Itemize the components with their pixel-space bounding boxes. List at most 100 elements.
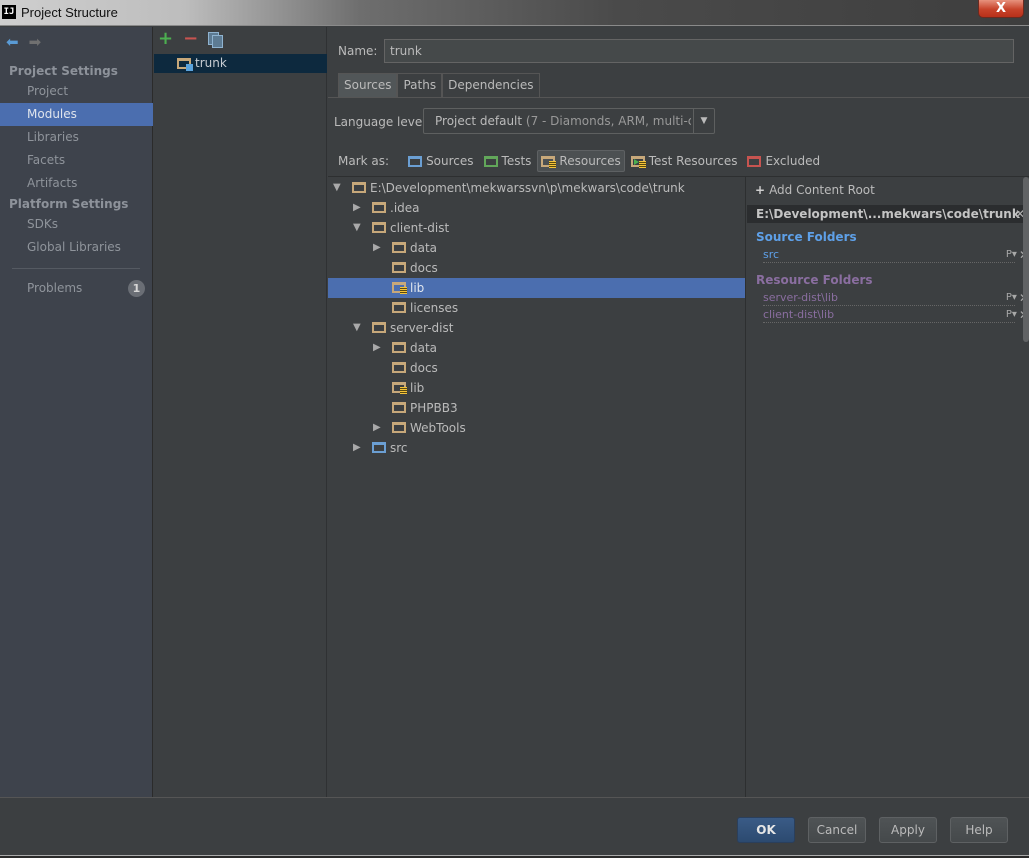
folder-icon [352,182,366,193]
folder-icon [392,402,406,413]
module-item-trunk[interactable]: trunk [154,54,327,73]
tree-node[interactable]: ▶ data [328,238,745,258]
test-resource-folder-icon [630,155,646,168]
mark-test-resources-button[interactable]: Test Resources [627,150,742,172]
excluded-folder-icon [747,155,762,167]
language-level-label: Language level: [334,115,430,129]
folder-icon [392,302,406,313]
mark-tests-button[interactable]: Tests [480,150,536,172]
tree-node[interactable]: PHPBB3 [328,398,745,418]
sidebar-item-facets[interactable]: Facets [0,149,153,172]
tree-node[interactable]: ▶ WebTools [328,418,745,438]
tree-node-label: licenses [410,301,459,315]
mark-sources-button[interactable]: Sources [404,150,477,172]
test-folder-icon [483,155,498,167]
apply-button[interactable]: Apply [879,817,937,843]
mark-as-toolbar: Mark as: Sources Tests Resources Test Re… [338,149,826,173]
tree-node[interactable]: ▼ client-dist [328,218,745,238]
tree-node[interactable]: ▶ .idea [328,198,745,218]
tree-node[interactable]: licenses [328,298,745,318]
nav-arrows: ⬅ ➡ [6,35,41,50]
expand-arrow-icon[interactable]: ▶ [373,238,383,258]
tree-node[interactable]: docs [328,358,745,378]
expand-arrow-icon[interactable]: ▶ [353,438,363,458]
mark-resources-button[interactable]: Resources [537,150,625,172]
tree-node[interactable]: ▼ server-dist [328,318,745,338]
language-level-dropdown[interactable]: Project default (7 - Diamonds, ARM, mult… [423,108,715,134]
help-button[interactable]: Help [950,817,1008,843]
tree-node[interactable]: docs [328,258,745,278]
resource-folder-path: server-dist\lib [763,291,838,304]
section-platform-settings: Platform Settings [9,197,129,211]
remove-module-icon[interactable]: − [183,30,198,48]
language-level-detail: (7 - Diamonds, ARM, multi-catch [525,114,691,128]
tree-node[interactable]: ▶ data [328,338,745,358]
resource-folder-path: client-dist\lib [763,308,835,321]
module-name-input[interactable] [384,39,1014,63]
window-close-button[interactable]: X [978,0,1024,18]
add-module-icon[interactable]: + [158,30,173,48]
sidebar-item-artifacts[interactable]: Artifacts [0,172,153,195]
resource-folders-title: Resource Folders [756,273,873,287]
tab-dependencies[interactable]: Dependencies [442,73,540,97]
ok-button[interactable]: OK [737,817,795,843]
sidebar-item-libraries[interactable]: Libraries [0,126,153,149]
tree-node[interactable]: lib [328,378,745,398]
tree-node-label: WebTools [410,421,466,435]
resource-folder-icon [392,282,407,294]
language-level-main: Project default [435,114,523,128]
tree-node-label: docs [410,361,438,375]
tree-node-label: data [410,341,438,355]
dropdown-arrow-icon[interactable]: ▼ [693,109,714,133]
forward-arrow-icon[interactable]: ➡ [29,35,42,50]
tab-paths[interactable]: Paths [397,73,443,97]
folder-properties-icon[interactable]: P▾ [1006,248,1017,262]
tree-node-label: client-dist [390,221,450,235]
expand-arrow-icon[interactable]: ▶ [373,338,383,358]
mark-resources-label: Resources [559,154,621,168]
resource-folder-entry[interactable]: server-dist\lib P▾✕ [763,291,1029,306]
folder-properties-icon[interactable]: P▾ [1006,308,1017,322]
expand-arrow-icon[interactable]: ▶ [353,198,363,218]
folder-icon [392,262,406,273]
add-content-root-button[interactable]: + Add Content Root [755,183,875,197]
module-tabs: Sources Paths Dependencies [338,73,540,97]
collapse-arrow-icon[interactable]: ▼ [353,318,363,338]
tab-sources[interactable]: Sources [338,73,398,97]
cancel-button[interactable]: Cancel [808,817,866,843]
expand-arrow-icon[interactable]: ▶ [373,418,383,438]
window-titlebar: IJ Project Structure X [0,0,1029,26]
sidebar-item-project[interactable]: Project [0,80,153,103]
sidebar-item-modules[interactable]: Modules [0,103,153,126]
tree-node[interactable]: ▶ src [328,438,745,458]
settings-sidebar: ⬅ ➡ Project Settings Project Modules Lib… [0,27,153,797]
source-folder-path: src [763,248,780,261]
folder-properties-icon[interactable]: P▾ [1006,291,1017,305]
section-project-settings: Project Settings [9,64,118,78]
collapse-arrow-icon[interactable]: ▼ [353,218,363,238]
content-root-scrollbar[interactable] [1023,177,1029,342]
content-root-header: E:\Development\...mekwars\code\trunk ✕ [747,205,1027,223]
resource-folder-icon [541,155,557,168]
tree-node[interactable]: ▼ E:\Development\mekwarssvn\p\mekwars\cod… [328,178,745,198]
name-label: Name: [338,44,378,58]
sidebar-item-problems[interactable]: Problems 1 [0,277,153,300]
mark-excluded-button[interactable]: Excluded [743,150,824,172]
tabs-divider [328,97,1029,98]
copy-module-icon[interactable] [208,31,224,48]
resource-folder-entry[interactable]: client-dist\lib P▾✕ [763,308,1029,323]
tree-node-label: server-dist [390,321,454,335]
sidebar-item-sdks[interactable]: SDKs [0,213,153,236]
mark-tests-label: Tests [501,154,532,168]
back-arrow-icon[interactable]: ⬅ [6,35,19,50]
sidebar-item-global-libraries[interactable]: Global Libraries [0,236,153,259]
collapse-arrow-icon[interactable]: ▼ [333,178,343,198]
folder-icon [372,202,386,213]
tree-node-label: lib [410,381,425,395]
tree-node[interactable]: lib [328,278,745,298]
source-folders-title: Source Folders [756,230,857,244]
plus-icon: + [755,183,766,197]
mark-test-resources-label: Test Resources [648,154,738,168]
source-folder-entry[interactable]: src P▾✕ [763,248,1029,263]
tree-node-label: src [390,441,408,455]
